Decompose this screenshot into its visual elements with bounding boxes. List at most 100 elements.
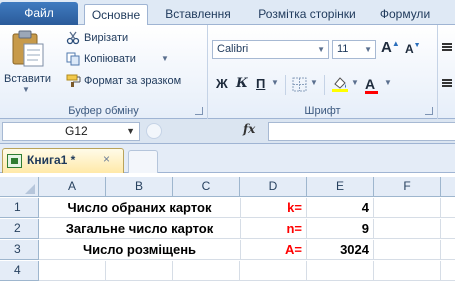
- chevron-down-icon: ▼: [364, 45, 372, 54]
- font-group: Calibri ▼ 11 ▼ A▲ A▼ Ж К П ▼ ▼ ▼ A ▼ Шри…: [208, 25, 438, 119]
- grow-font-label: A: [381, 39, 392, 56]
- tab-insert[interactable]: Вставлення: [156, 4, 240, 25]
- separator: [324, 75, 325, 95]
- font-name-combo[interactable]: Calibri ▼: [212, 40, 329, 59]
- column-header[interactable]: F: [374, 177, 441, 197]
- column-header-row: A B C D E F: [0, 177, 455, 197]
- align-top-icon[interactable]: [442, 43, 452, 45]
- scissors-icon: [66, 31, 80, 45]
- grow-font-button[interactable]: A▲: [381, 39, 400, 56]
- fx-icon[interactable]: fx: [243, 122, 255, 136]
- cell-a2[interactable]: Загальне число карток: [39, 219, 240, 239]
- cut-button[interactable]: Вирізати: [84, 32, 128, 44]
- font-color-button[interactable]: A: [365, 74, 378, 94]
- cell-d3[interactable]: A=: [240, 240, 307, 260]
- cell-a3[interactable]: Число розміщень: [39, 240, 240, 260]
- font-dialog-launcher-icon[interactable]: [425, 107, 433, 115]
- expand-name-box-icon[interactable]: [146, 123, 162, 139]
- font-group-label: Шрифт: [304, 105, 341, 117]
- clipboard-group-label: Буфер обміну: [68, 105, 139, 117]
- bold-button[interactable]: Ж: [216, 74, 228, 94]
- grow-arrow-icon: ▲: [391, 39, 400, 48]
- workbook-tab[interactable]: Книга1 * ×: [2, 148, 124, 173]
- tab-page-layout[interactable]: Розмітка сторінки: [248, 4, 366, 25]
- chevron-down-icon: ▼: [126, 126, 135, 136]
- cell-f2[interactable]: [374, 219, 441, 239]
- cell-e1[interactable]: 4: [307, 198, 374, 218]
- shrink-font-label: A: [405, 42, 414, 56]
- workbook-title: Книга1 *: [27, 153, 76, 167]
- paste-dropdown-chevron-icon[interactable]: ▼: [22, 85, 30, 94]
- cell-f4[interactable]: [374, 261, 441, 281]
- font-color-label: A: [365, 76, 376, 92]
- tab-file[interactable]: Файл: [0, 2, 78, 25]
- select-all-icon[interactable]: [0, 177, 39, 197]
- table-row: 1 Число обраних карток k= 4: [0, 198, 455, 218]
- alignment-group: [438, 25, 455, 119]
- separator: [285, 75, 286, 95]
- workbook-tab-bar: Книга1 * ×: [0, 144, 455, 173]
- cell-f1[interactable]: [374, 198, 441, 218]
- new-workbook-tab[interactable]: [128, 150, 158, 173]
- table-row: 4: [0, 261, 455, 281]
- cell-c4[interactable]: [173, 261, 240, 281]
- italic-button[interactable]: К: [236, 74, 248, 94]
- copy-dropdown-chevron-icon[interactable]: ▼: [161, 54, 169, 63]
- cell-d4[interactable]: [240, 261, 307, 281]
- cell-d2[interactable]: n=: [240, 219, 307, 239]
- cell-d1[interactable]: k=: [240, 198, 307, 218]
- column-header[interactable]: B: [106, 177, 173, 197]
- row-header[interactable]: 4: [0, 261, 39, 281]
- shrink-arrow-icon: ▼: [413, 42, 421, 49]
- excel-doc-icon: [7, 154, 22, 168]
- cell-e2[interactable]: 9: [307, 219, 374, 239]
- name-box-value: G12: [65, 124, 88, 138]
- copy-icon: [66, 52, 80, 66]
- tab-home[interactable]: Основне: [84, 4, 148, 26]
- column-header[interactable]: E: [307, 177, 374, 197]
- brush-icon: [66, 74, 81, 87]
- paste-icon[interactable]: [10, 30, 46, 68]
- clipboard-group: Вставити ▼ Вирізати Копіювати ▼ Формат з…: [0, 25, 208, 119]
- align-left-icon[interactable]: [442, 79, 452, 81]
- formula-bar: G12 ▼ fx: [0, 119, 455, 144]
- font-name-value: Calibri: [217, 43, 249, 55]
- shrink-font-button[interactable]: A▼: [405, 42, 421, 56]
- close-icon[interactable]: ×: [103, 152, 110, 166]
- ribbon: Вставити ▼ Вирізати Копіювати ▼ Формат з…: [0, 25, 455, 119]
- paste-button-label[interactable]: Вставити: [4, 73, 51, 85]
- cell-a4[interactable]: [39, 261, 106, 281]
- border-icon[interactable]: [292, 77, 307, 92]
- column-header[interactable]: C: [173, 177, 240, 197]
- ribbon-tab-bar: Файл Основне Вставлення Розмітка сторінк…: [0, 0, 455, 26]
- row-header[interactable]: 3: [0, 240, 39, 260]
- tab-formulas[interactable]: Формули: [374, 4, 436, 25]
- column-header[interactable]: D: [240, 177, 307, 197]
- fill-color-dropdown-chevron-icon[interactable]: ▼: [351, 78, 359, 87]
- table-row: 3 Число розміщень A= 3024: [0, 240, 455, 260]
- cell-f3[interactable]: [374, 240, 441, 260]
- table-row: 2 Загальне число карток n= 9: [0, 219, 455, 239]
- font-size-combo[interactable]: 11 ▼: [332, 40, 376, 59]
- cell-a1[interactable]: Число обраних карток: [39, 198, 240, 218]
- name-box[interactable]: G12 ▼: [2, 122, 140, 141]
- chevron-down-icon: ▼: [317, 45, 325, 54]
- row-header[interactable]: 2: [0, 219, 39, 239]
- font-color-dropdown-chevron-icon[interactable]: ▼: [384, 78, 392, 87]
- cell-e4[interactable]: [307, 261, 374, 281]
- format-painter-button[interactable]: Формат за зразком: [84, 75, 181, 87]
- copy-button[interactable]: Копіювати: [84, 53, 136, 65]
- row-header[interactable]: 1: [0, 198, 39, 218]
- font-color-swatch: [365, 91, 378, 94]
- spreadsheet-grid: A B C D E F 1 Число обраних карток k= 4 …: [0, 173, 455, 282]
- fill-color-icon[interactable]: [331, 75, 349, 93]
- clipboard-dialog-launcher-icon[interactable]: [195, 107, 203, 115]
- font-size-value: 11: [337, 43, 349, 55]
- underline-dropdown-chevron-icon[interactable]: ▼: [271, 78, 279, 87]
- column-header[interactable]: A: [39, 177, 106, 197]
- formula-input[interactable]: [268, 122, 455, 141]
- cell-b4[interactable]: [106, 261, 173, 281]
- border-dropdown-chevron-icon[interactable]: ▼: [310, 78, 318, 87]
- underline-button[interactable]: П: [256, 74, 265, 94]
- cell-e3[interactable]: 3024: [307, 240, 374, 260]
